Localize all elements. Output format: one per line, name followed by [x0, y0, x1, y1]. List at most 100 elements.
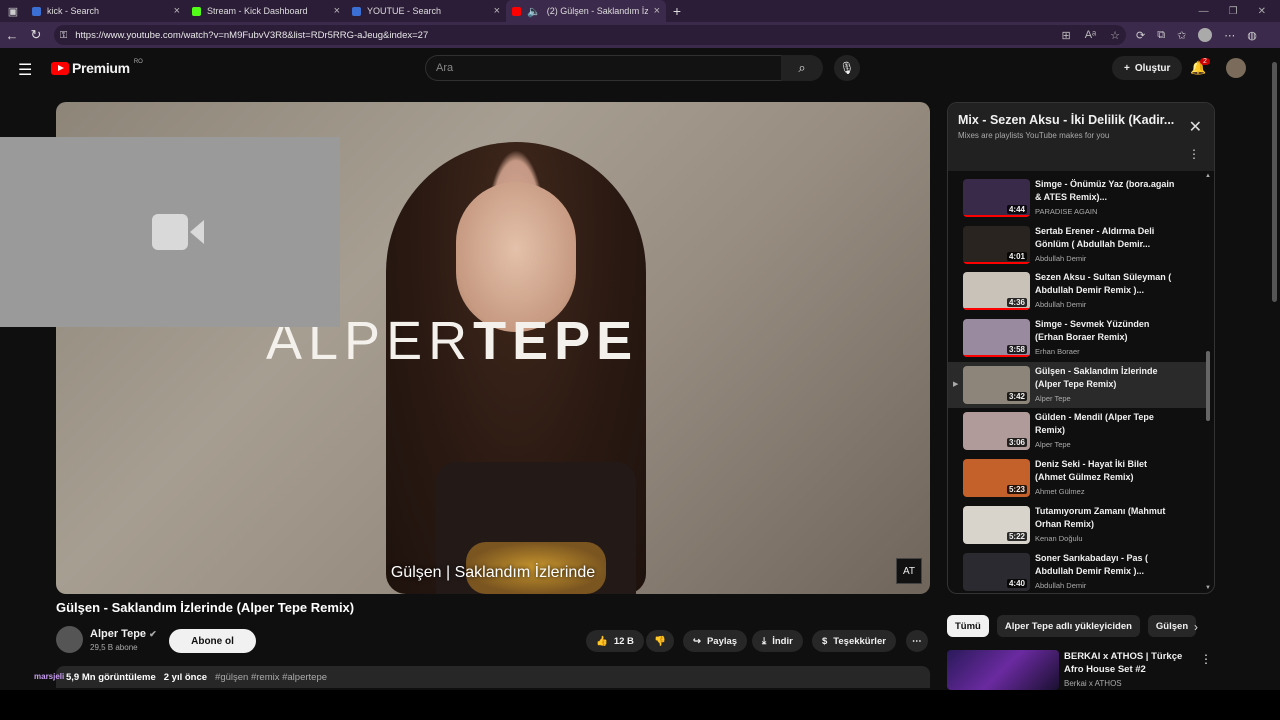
share-button[interactable]: ↪ Paylaş	[683, 630, 748, 652]
create-label: Oluştur	[1134, 62, 1171, 74]
more-menu-icon[interactable]: ⋯	[1224, 29, 1235, 42]
browser-tab-2[interactable]: YOUTUE - Search ×	[346, 0, 506, 22]
search-icon[interactable]: ⌕	[781, 55, 823, 81]
new-tab-button[interactable]: +	[666, 3, 688, 19]
playlist-item-channel: Alper Tepe	[1035, 440, 1071, 450]
playlist-thumbnail[interactable]: 4:36	[963, 272, 1030, 311]
restore-icon[interactable]: ❐	[1229, 6, 1238, 17]
favorite-star-icon[interactable]: ☆	[1110, 29, 1120, 42]
tab-close-icon[interactable]: ×	[494, 5, 500, 17]
minimize-icon[interactable]: —	[1199, 6, 1209, 17]
scroll-up-icon[interactable]: ▲	[1205, 173, 1211, 179]
dislike-button[interactable]: 👎	[646, 630, 674, 652]
playlist-thumbnail[interactable]: 4:40	[963, 552, 1030, 591]
profile-avatar[interactable]	[1198, 28, 1213, 42]
playlist-item[interactable]: 4:36 Sezen Aksu - Sultan Süleyman ( Abdul…	[948, 268, 1206, 315]
chevron-right-icon[interactable]: ›	[1194, 620, 1198, 634]
recommended-title[interactable]: BERKAI x ATHOS | Türkçe Afro House Set #…	[1064, 650, 1199, 676]
url-field[interactable]: ⚿ https://www.youtube.com/watch?v=nM9Fub…	[54, 25, 1126, 45]
playlist-item-title[interactable]: Simge - Önümüz Yaz (bora.again & ATES Re…	[1035, 178, 1175, 204]
back-icon[interactable]: ←	[0, 28, 24, 43]
browser-tab-3[interactable]: 🔈 (2) Gülşen - Saklandım İzleri ×	[506, 0, 666, 22]
favorites-icon[interactable]: ✩	[1177, 29, 1186, 42]
split-screen-icon[interactable]: ⧉	[1157, 29, 1165, 42]
playlist-item[interactable]: 4:01 Sertab Erener - Aldırma Deli Gönlüm …	[948, 222, 1206, 269]
playlist-item[interactable]: 3:06 Gülden - Mendil (Alper Tepe Remix) Al…	[948, 408, 1206, 455]
playlist-item[interactable]: 5:23 Deniz Seki - Hayat İki Bilet (Ahmet …	[948, 455, 1206, 502]
channel-name[interactable]: Alper Tepe ✔	[90, 628, 157, 640]
description-box[interactable]: 5,9 Mn görüntüleme 2 yıl önce #gülşen #rem…	[56, 666, 930, 688]
playlist-item[interactable]: 4:40 Soner Sarıkabadayı - Pas ( Abdullah …	[948, 549, 1206, 594]
site-info-icon[interactable]: ⚿	[60, 30, 67, 41]
page-scrollbar-thumb[interactable]	[1272, 62, 1277, 302]
window-menu-icon[interactable]: ▣	[0, 0, 26, 22]
microphone-icon[interactable]: 🎙	[834, 55, 860, 81]
chip-uploader[interactable]: Alper Tepe adlı yükleyiciden	[996, 615, 1140, 637]
youtube-premium-logo[interactable]: Premium RO	[51, 59, 143, 76]
playlist-item-title[interactable]: Gülden - Mendil (Alper Tepe Remix)	[1035, 411, 1175, 437]
tab-close-icon[interactable]: ×	[174, 5, 180, 17]
playlist-item-title[interactable]: Gülşen - Saklandım İzlerinde (Alper Tepe…	[1035, 365, 1175, 391]
tab-title: kick - Search	[47, 6, 100, 16]
tab-favicon-icon	[192, 6, 201, 16]
read-aloud-icon[interactable]: Aᵃ	[1085, 29, 1096, 42]
thanks-button[interactable]: $ Teşekkürler	[812, 630, 896, 652]
tab-close-icon[interactable]: ×	[654, 5, 660, 17]
playlist-thumbnail[interactable]: 4:01	[963, 225, 1030, 264]
playlist-scrollbar[interactable]	[1206, 351, 1210, 421]
search-input[interactable]: Ara	[425, 55, 781, 81]
tab-close-icon[interactable]: ×	[334, 5, 340, 17]
recommended-video[interactable]: BERKAI x ATHOS | Türkçe Afro House Set #…	[947, 650, 1215, 690]
watched-progress	[963, 308, 1030, 311]
subscribe-button[interactable]: Abone ol	[169, 629, 256, 653]
page-scrollbar[interactable]	[1270, 48, 1280, 690]
download-button[interactable]: ⤓ İndir	[752, 630, 803, 652]
close-icon[interactable]: ✕	[1189, 117, 1202, 137]
hamburger-menu-icon[interactable]: ☰	[18, 60, 32, 80]
playlist-title[interactable]: Mix - Sezen Aksu - İki Delilik (Kadir...	[958, 113, 1178, 127]
speaker-icon[interactable]: 🔈	[527, 5, 541, 18]
plus-icon: +	[1124, 62, 1130, 74]
playlist-thumbnail[interactable]: 3:58	[963, 319, 1030, 358]
channel-watermark-icon[interactable]: AT	[896, 558, 922, 584]
scroll-down-icon[interactable]: ▼	[1205, 585, 1211, 591]
chip-all[interactable]: Tümü	[947, 615, 989, 637]
playlist-item[interactable]: 5:22 Tutamıyorum Zamanı (Mahmut Orhan Rem…	[948, 502, 1206, 549]
playlist-thumbnail[interactable]: 3:06	[963, 412, 1030, 451]
playlist-thumbnail[interactable]: 3:42	[963, 365, 1030, 404]
duration-badge: 4:01	[1006, 251, 1027, 261]
playlist-item-title[interactable]: Tutamıyorum Zamanı (Mahmut Orhan Remix)	[1035, 505, 1175, 531]
playlist-thumbnail[interactable]: 4:44	[963, 179, 1030, 217]
copilot-icon[interactable]: ◍	[1247, 29, 1257, 42]
playlist-item-channel: Alper Tepe	[1035, 393, 1071, 403]
browser-tab-1[interactable]: Stream - Kick Dashboard ×	[186, 0, 346, 22]
reload-icon[interactable]: ↻	[24, 27, 48, 43]
playlist-item-title[interactable]: Sertab Erener - Aldırma Deli Gönlüm ( Ab…	[1035, 225, 1175, 251]
account-avatar[interactable]	[1226, 58, 1246, 78]
watched-progress	[963, 261, 1030, 264]
browser-tab-0[interactable]: kick - Search ×	[26, 0, 186, 22]
like-count: 12 B	[613, 635, 634, 647]
share-icon: ↪	[693, 635, 701, 647]
playlist-item[interactable]: ▶ 3:42 Gülşen - Saklandım İzlerinde (Alper…	[948, 361, 1206, 409]
playlist-item-title[interactable]: Simge - Sevmek Yüzünden (Erhan Boraer Re…	[1035, 318, 1175, 344]
recommended-more-icon[interactable]: ⋮	[1200, 652, 1212, 666]
tab-action-icon[interactable]: ⊞	[1061, 29, 1070, 42]
recommended-thumbnail[interactable]	[947, 650, 1059, 690]
playlist-item[interactable]: 4:44 Simge - Önümüz Yaz (bora.again & ATE…	[948, 175, 1206, 222]
like-button[interactable]: 👍 12 B	[586, 630, 644, 652]
create-button[interactable]: + Oluştur	[1112, 56, 1183, 80]
playlist-item-title[interactable]: Sezen Aksu - Sultan Süleyman ( Abdullah …	[1035, 271, 1175, 297]
extension-icon[interactable]: ⟳	[1136, 29, 1145, 42]
chip-gulsen[interactable]: Gülşen	[1147, 615, 1197, 637]
close-window-icon[interactable]: ✕	[1258, 6, 1266, 17]
playlist-thumbnail[interactable]: 5:22	[963, 505, 1030, 544]
playlist-more-icon[interactable]: ⋮	[1188, 147, 1200, 161]
playlist-thumbnail[interactable]: 5:23	[963, 459, 1030, 498]
hashtags[interactable]: #gülşen #remix #alpertepe	[215, 672, 327, 683]
playlist-item[interactable]: 3:58 Simge - Sevmek Yüzünden (Erhan Borae…	[948, 315, 1206, 362]
more-actions-icon[interactable]: ⋯	[906, 630, 928, 652]
playlist-item-title[interactable]: Soner Sarıkabadayı - Pas ( Abdullah Demi…	[1035, 552, 1175, 578]
playlist-item-title[interactable]: Deniz Seki - Hayat İki Bilet (Ahmet Gülm…	[1035, 458, 1175, 484]
channel-avatar[interactable]	[56, 626, 83, 653]
